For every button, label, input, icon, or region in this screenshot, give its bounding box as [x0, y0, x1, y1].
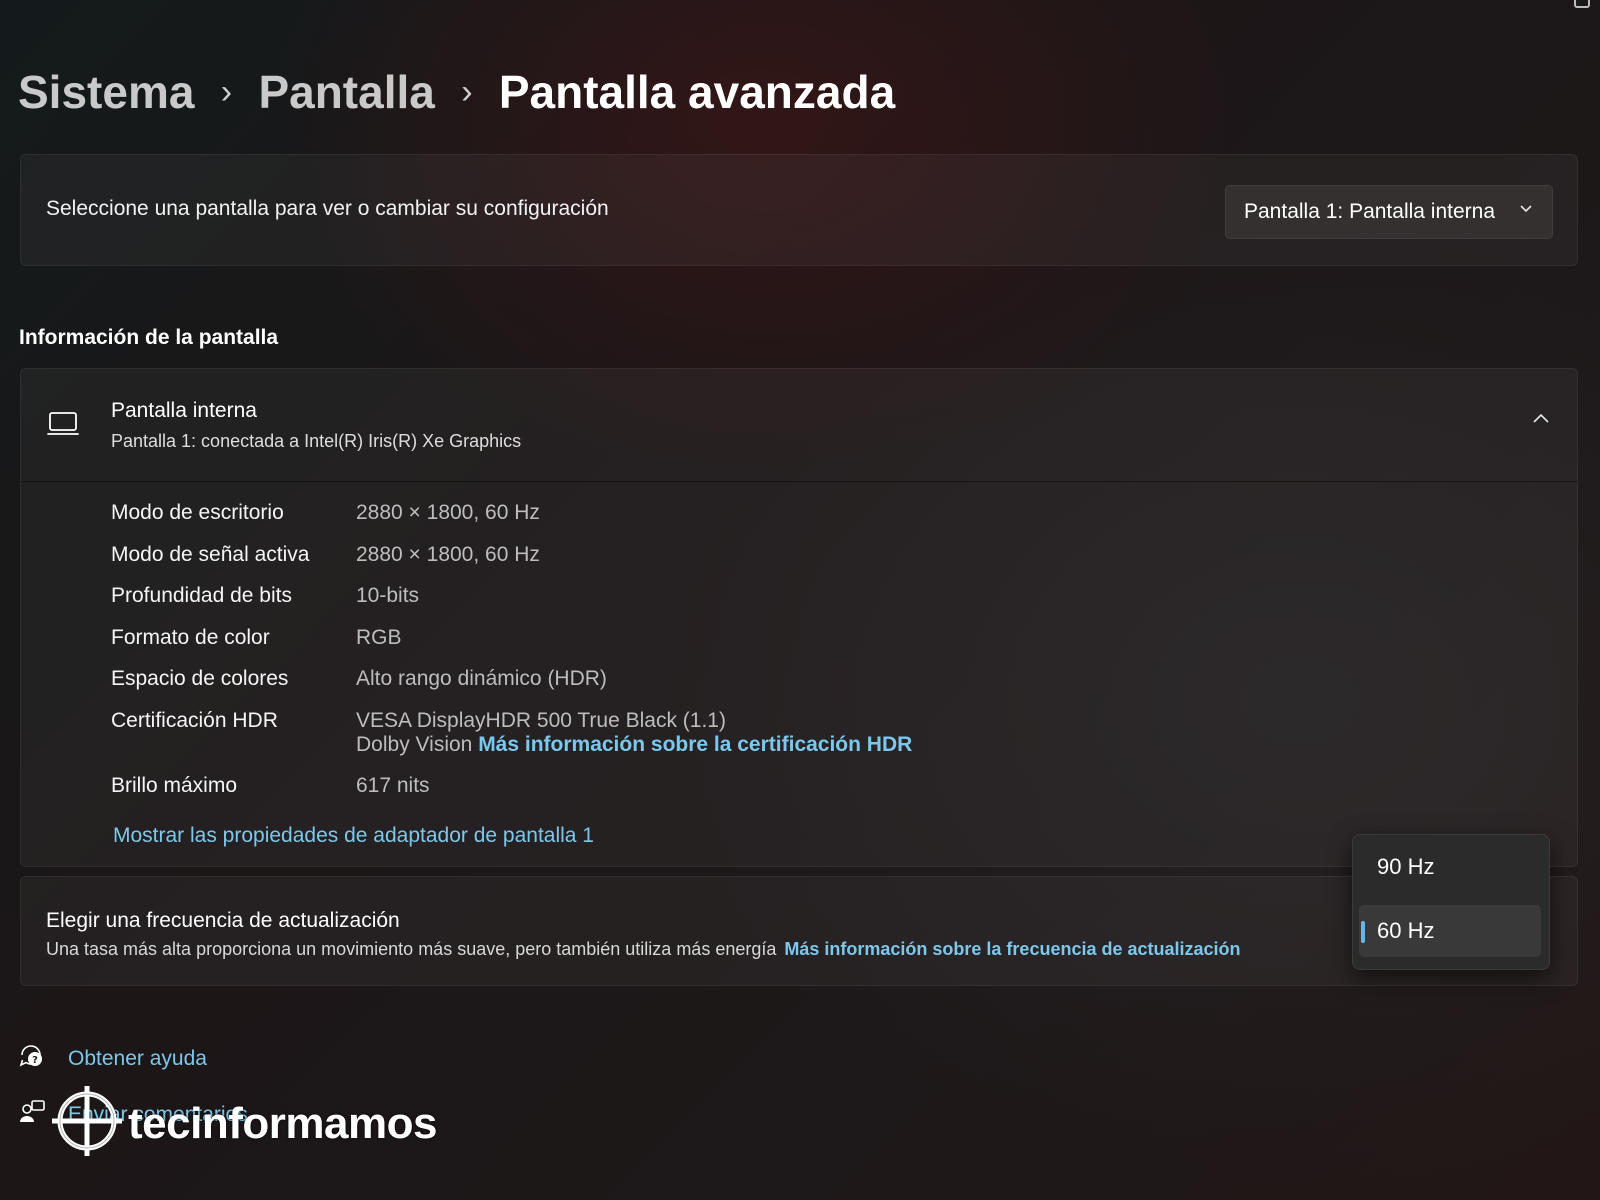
info-row-hdr: Certificación HDR VESA DisplayHDR 500 Tr…: [111, 709, 912, 757]
hdr-certification-value: VESA DisplayHDR 500 True Black (1.1): [356, 708, 726, 732]
crosshair-logo-icon: [52, 1086, 122, 1161]
info-row-value: Alto rango dinámico (HDR): [356, 667, 607, 690]
svg-text:?: ?: [32, 1055, 38, 1066]
info-row-value: VESA DisplayHDR 500 True Black (1.1) Dol…: [356, 709, 912, 757]
info-row-value: 2880 × 1800, 60 Hz: [356, 542, 540, 566]
refresh-option-label: 60 Hz: [1377, 918, 1435, 943]
hdr-dolby-value: Dolby Vision: [356, 732, 473, 756]
display-select-label: Seleccione una pantalla para ver o cambi…: [46, 197, 609, 220]
refresh-rate-title: Elegir una frecuencia de actualización: [46, 909, 400, 932]
refresh-rate-description: Una tasa más alta proporciona un movimie…: [46, 939, 777, 959]
chevron-right-icon: ›: [461, 73, 473, 111]
feedback-icon: [18, 1098, 46, 1131]
chevron-down-icon: [1518, 200, 1534, 221]
chevron-right-icon: ›: [220, 73, 233, 111]
info-row: Brillo máximo 617 nits: [111, 774, 912, 798]
refresh-option-label: 90 Hz: [1377, 854, 1435, 879]
info-row: Modo de señal activa 2880 × 1800, 60 Hz: [111, 543, 912, 567]
selected-indicator: [1361, 921, 1365, 943]
display-select-card: Seleccione una pantalla para ver o cambi…: [20, 154, 1578, 266]
info-row-key: Profundidad de bits: [111, 584, 292, 607]
watermark-logo: tecinformamos: [52, 1086, 437, 1161]
info-row: Modo de escritorio 2880 × 1800, 60 Hz: [111, 501, 912, 525]
get-help-label: Obtener ayuda: [68, 1046, 207, 1070]
get-help-link[interactable]: ? Obtener ayuda: [18, 1042, 207, 1075]
info-row-key: Brillo máximo: [111, 774, 238, 797]
refresh-option-60hz[interactable]: 60 Hz: [1359, 905, 1541, 957]
refresh-rate-info-link[interactable]: Más información sobre la frecuencia de a…: [784, 939, 1240, 959]
info-row: Espacio de colores Alto rango dinámico (…: [111, 667, 912, 691]
window-corner-icon: [1574, 0, 1590, 8]
refresh-option-90hz[interactable]: 90 Hz: [1359, 841, 1541, 893]
adapter-properties-link[interactable]: Mostrar las propiedades de adaptador de …: [113, 824, 594, 848]
hdr-info-link[interactable]: Más información sobre la certificación H…: [478, 733, 912, 756]
info-row-value: 2880 × 1800, 60 Hz: [356, 501, 540, 524]
page-title: Pantalla avanzada: [498, 66, 896, 118]
breadcrumb-item-sistema[interactable]: Sistema: [18, 62, 194, 122]
display-info-card: Pantalla interna Pantalla 1: conectada a…: [20, 368, 1578, 867]
info-row: Formato de color RGB: [111, 626, 912, 650]
info-row-key: Modo de escritorio: [111, 501, 284, 524]
info-row-value: 10-bits: [356, 584, 420, 607]
refresh-rate-subtitle: Una tasa más alta proporciona un movimie…: [46, 939, 1241, 960]
laptop-icon: [47, 411, 79, 437]
display-info-title: Pantalla interna: [111, 399, 257, 422]
breadcrumb-item-pantalla[interactable]: Pantalla: [258, 62, 434, 122]
info-row-key: Modo de señal activa: [111, 542, 310, 566]
display-info-subtitle: Pantalla 1: conectada a Intel(R) Iris(R)…: [111, 431, 522, 451]
breadcrumb: Sistema › Pantalla › Pantalla avanzada: [18, 62, 895, 122]
info-row-value: 617 nits: [356, 774, 430, 797]
display-dropdown[interactable]: Pantalla 1: Pantalla interna: [1225, 185, 1553, 239]
help-icon: ?: [18, 1042, 46, 1075]
info-row: Profundidad de bits 10-bits: [111, 584, 912, 608]
info-row-key: Espacio de colores: [111, 667, 289, 690]
info-row-key: Certificación HDR: [111, 708, 278, 732]
display-info-rows: Modo de escritorio 2880 × 1800, 60 Hz Mo…: [111, 501, 912, 816]
refresh-rate-dropdown-menu: 90 Hz 60 Hz: [1352, 834, 1550, 970]
watermark-text: tecinformamos: [128, 1098, 437, 1148]
chevron-up-icon[interactable]: [1531, 409, 1551, 435]
info-row-key: Formato de color: [111, 625, 270, 649]
info-row-value: RGB: [356, 625, 402, 649]
refresh-rate-card: Elegir una frecuencia de actualización U…: [20, 876, 1578, 986]
display-info-header[interactable]: Pantalla interna Pantalla 1: conectada a…: [21, 369, 1577, 482]
display-dropdown-value: Pantalla 1: Pantalla interna: [1244, 200, 1496, 223]
section-title: Información de la pantalla: [19, 326, 279, 349]
